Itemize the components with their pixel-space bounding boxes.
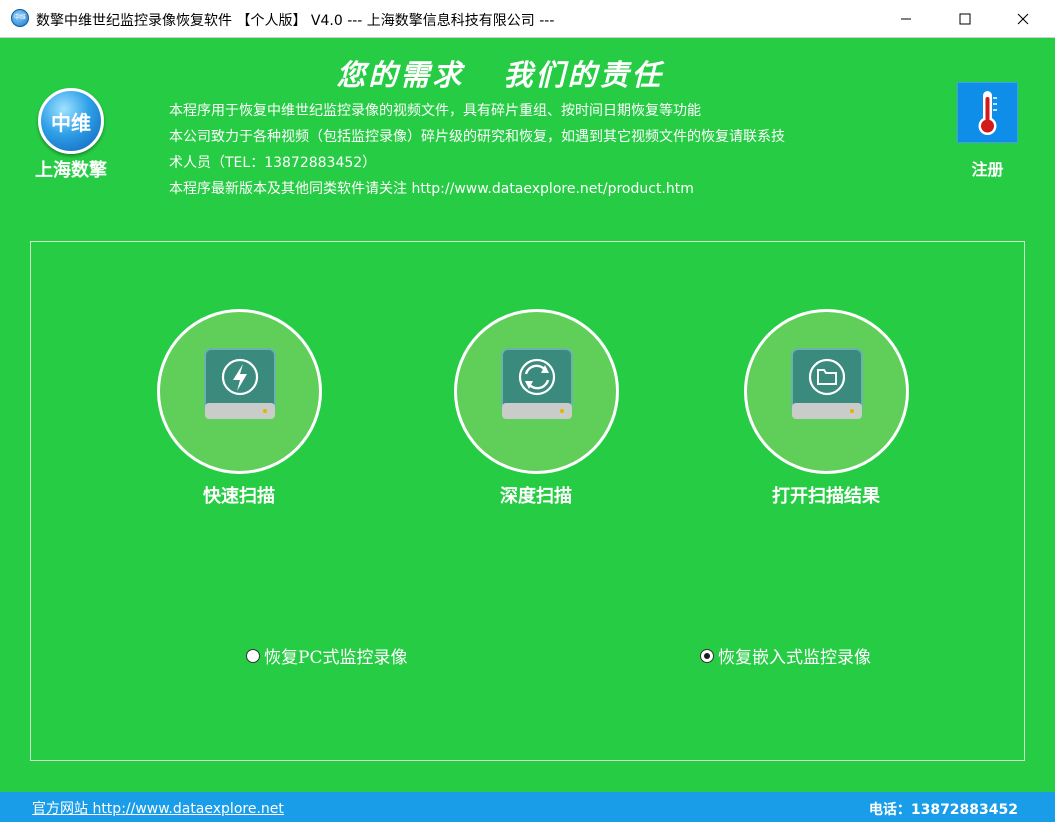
close-button[interactable] <box>1000 0 1046 37</box>
slogan: 您的需求 我们的责任 <box>336 58 664 92</box>
minimize-button[interactable] <box>883 0 929 37</box>
radio-unchecked-icon <box>246 648 260 663</box>
phone-label: 电话：13872883452 <box>868 802 1018 818</box>
quick-scan-label[interactable]: 快速扫描 <box>139 482 339 508</box>
description-line: 本程序最新版本及其他同类软件请关注 http://www.dataexplore… <box>169 181 694 197</box>
radio-checked-icon <box>700 648 714 663</box>
description-line: 本程序用于恢复中维世纪监控录像的视频文件，具有碎片重组、按时间日期恢复等功能 <box>169 103 701 119</box>
register-label[interactable]: 注册 <box>957 156 1018 180</box>
window-title: 数擎中维世纪监控录像恢复软件 【个人版】 V4.0 --- 上海数擎信息科技有限… <box>36 13 555 29</box>
quick-scan-button[interactable] <box>157 309 322 474</box>
app-icon: 中维 <box>11 9 29 27</box>
window-titlebar: 中维 数擎中维世纪监控录像恢复软件 【个人版】 V4.0 --- 上海数擎信息科… <box>0 0 1055 38</box>
embedded-recovery-label: 恢复嵌入式监控录像 <box>718 648 871 668</box>
close-icon <box>1017 13 1029 24</box>
status-bar: 官方网站 http://www.dataexplore.net 电话：13872… <box>0 792 1055 822</box>
company-logo: 中维 <box>38 88 104 154</box>
open-results-label[interactable]: 打开扫描结果 <box>726 482 926 508</box>
folder-drive-icon <box>791 348 863 419</box>
description-line: 术人员（TEL：13872883452） <box>169 155 377 171</box>
official-site-link[interactable]: 官方网站 http://www.dataexplore.net <box>32 798 284 818</box>
thermometer-icon <box>978 91 997 135</box>
company-name: 上海数擎 <box>35 160 107 181</box>
scan-panel: 快速扫描 深度扫描 打开扫描结果 恢复PC式监控录像 恢复嵌入式监控录像 <box>30 241 1025 761</box>
lightning-drive-icon <box>204 348 276 419</box>
description-line: 本公司致力于各种视频（包括监控录像）碎片级的研究和恢复，如遇到其它视频文件的恢复… <box>169 129 785 145</box>
deep-scan-label[interactable]: 深度扫描 <box>436 482 636 508</box>
embedded-recovery-radio[interactable]: 恢复嵌入式监控录像 <box>700 643 871 668</box>
open-results-button[interactable] <box>744 309 909 474</box>
pc-recovery-label: 恢复PC式监控录像 <box>264 648 408 668</box>
deep-scan-button[interactable] <box>454 309 619 474</box>
pc-recovery-radio[interactable]: 恢复PC式监控录像 <box>246 643 407 668</box>
refresh-drive-icon <box>501 348 573 419</box>
minimize-icon <box>901 18 911 19</box>
maximize-button[interactable] <box>942 0 988 37</box>
main-area: 中维 上海数擎 您的需求 我们的责任 本程序用于恢复中维世纪监控录像的视频文件，… <box>0 38 1055 792</box>
register-button[interactable] <box>957 82 1018 143</box>
maximize-icon <box>959 13 971 24</box>
logo-text: 中维 <box>51 111 91 135</box>
